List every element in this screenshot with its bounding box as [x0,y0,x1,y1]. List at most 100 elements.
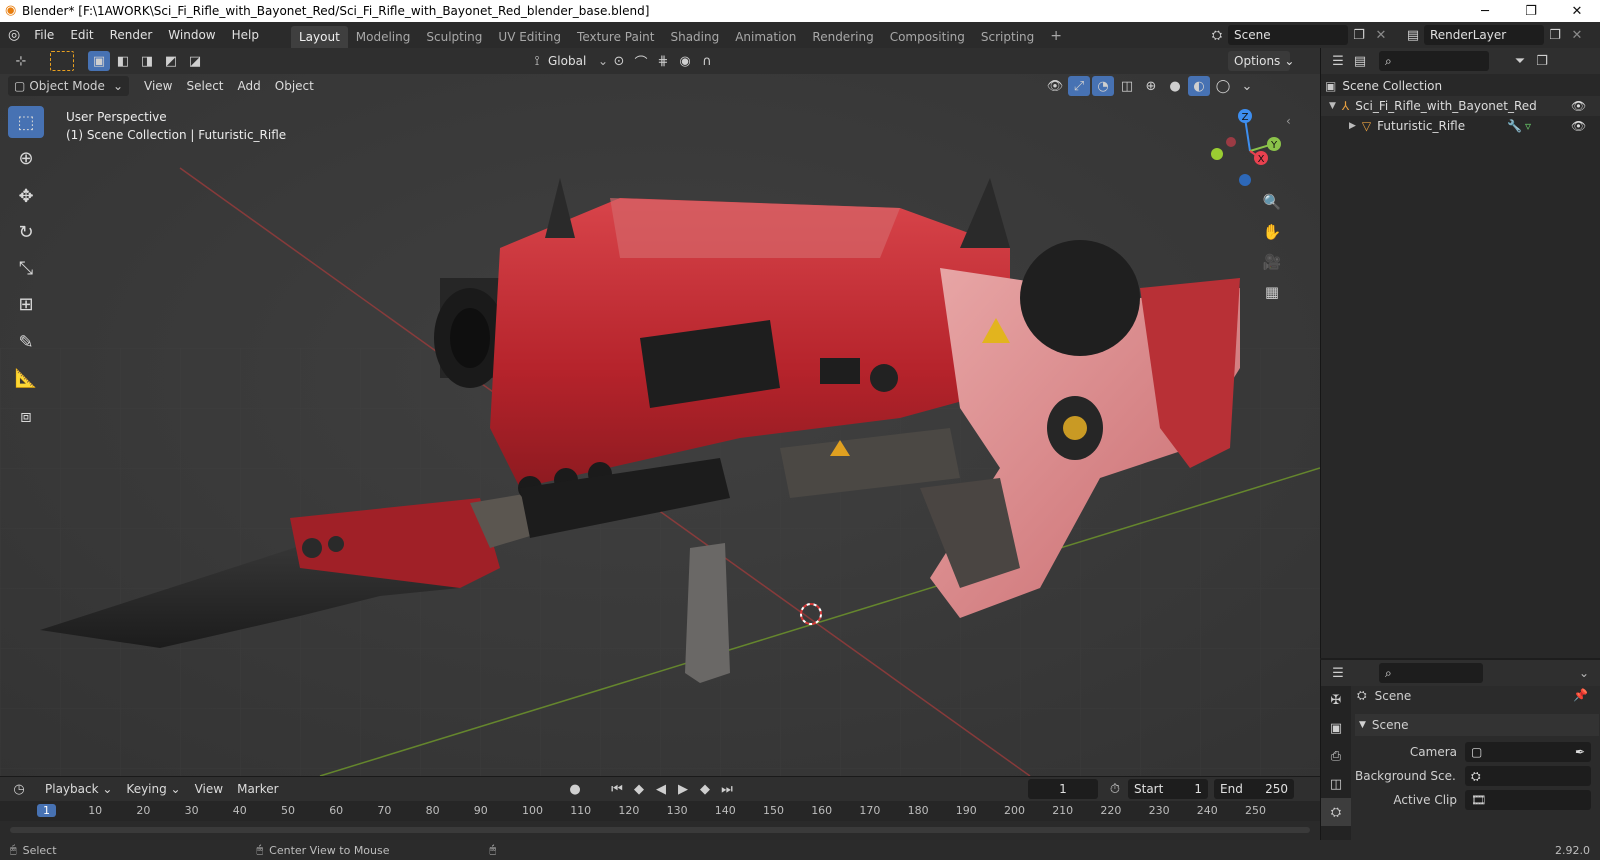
tab-animation[interactable]: Animation [727,26,804,48]
orientation-value[interactable]: Global [548,54,598,68]
set-selection-icon[interactable]: ▣ [88,51,110,71]
move-tool-icon[interactable]: ✥ [8,180,44,212]
new-scene-icon[interactable]: ❐ [1348,25,1370,45]
timeline-scrollbar[interactable] [10,827,1310,833]
tab-layout[interactable]: Layout [290,26,348,48]
rotate-tool-icon[interactable]: ↻ [8,216,44,248]
display-mode-icon[interactable]: ▤ [1349,51,1371,71]
tab-texture-paint[interactable]: Texture Paint [569,26,662,48]
scene-name-field[interactable]: Scene [1228,25,1348,45]
scene-icon[interactable]: ⛭ [1206,25,1228,45]
neg-z-axis-handle[interactable] [1239,174,1251,186]
viewport-menu-select[interactable]: Select [179,76,230,96]
annotate-tool-icon[interactable]: ✎ [8,326,44,358]
new-collection-icon[interactable]: ❐ [1531,51,1553,71]
neg-x-axis-handle[interactable] [1226,137,1236,147]
menu-edit[interactable]: Edit [62,28,101,42]
modifier-wrench-icon[interactable]: 🔧 [1507,119,1522,133]
outliner-editor-icon[interactable]: ☰ [1327,51,1349,71]
timeline-track-area[interactable] [0,821,1320,841]
scene-tab-icon[interactable]: ⛭ [1321,798,1351,826]
expand-arrow-icon[interactable]: ▶ [1349,121,1356,131]
menu-render[interactable]: Render [102,28,161,42]
orientation-icon[interactable]: ⟟ [526,51,548,71]
chevron-down-icon[interactable]: ⌄ [1579,666,1589,680]
prev-keyframe-icon[interactable]: ◆ [628,779,650,799]
mesh-data-icon[interactable]: ▿ [1525,119,1531,133]
transform-tool-icon[interactable]: ⊞ [8,288,44,320]
camera-field[interactable]: ▢ ✒ [1465,742,1591,762]
zoom-icon[interactable]: 🔍 [1258,188,1286,216]
options-dropdown[interactable]: Options ⌄ [1228,51,1294,71]
properties-search-field[interactable]: ⌕ [1379,663,1483,683]
play-reverse-icon[interactable]: ◀ [650,779,672,799]
camera-view-icon[interactable]: 🎥 [1258,248,1286,276]
extend-selection-icon[interactable]: ◧ [112,51,134,71]
outliner-row-collection[interactable]: ▼ ⅄ Sci_Fi_Rifle_with_Bayonet_Red 👁 [1321,96,1600,116]
xray-icon[interactable]: ◫ [1116,76,1138,96]
wireframe-shading-icon[interactable]: ⊕ [1140,76,1162,96]
tab-modeling[interactable]: Modeling [348,26,419,48]
remove-renderlayer-icon[interactable]: ✕ [1566,25,1588,45]
timeline-menu-keying[interactable]: Keying ⌄ [119,779,187,799]
filter-icon[interactable]: ⏷ [1509,51,1531,71]
expand-arrow-icon[interactable]: ▼ [1329,101,1336,111]
active-clip-field[interactable]: 🎞 [1465,790,1591,810]
visibility-eye-icon[interactable]: 👁 [1571,119,1586,133]
rendered-shading-icon[interactable]: ◯ [1212,76,1234,96]
tab-shading[interactable]: Shading [662,26,727,48]
outliner-row-scene-collection[interactable]: ▣ Scene Collection [1321,76,1600,96]
outliner-row-object[interactable]: ▶ ▽ Futuristic_Rifle 🔧 ▿ 👁 [1321,116,1600,136]
render-tab-icon[interactable]: ▣ [1321,714,1351,742]
select-tool-icon[interactable]: ⬚ [8,106,44,138]
sidebar-toggle-icon[interactable]: ‹ [1286,114,1291,128]
timeline-menu-playback[interactable]: Playback ⌄ [38,779,119,799]
blender-menu-icon[interactable]: ◎ [8,27,20,43]
shading-options-icon[interactable]: ⌄ [1236,76,1258,96]
scale-tool-icon[interactable]: ⤡ [8,252,44,284]
chevron-down-icon[interactable]: ⌄ [598,54,608,68]
remove-scene-icon[interactable]: ✕ [1370,25,1392,45]
menu-help[interactable]: Help [224,28,267,42]
snap-target-icon[interactable]: ⋕ [652,51,674,71]
eyedropper-icon[interactable]: ✒ [1575,745,1585,759]
menu-file[interactable]: File [26,28,62,42]
tab-scripting[interactable]: Scripting [973,26,1042,48]
pin-icon[interactable]: 📌 [1573,688,1588,702]
material-shading-icon[interactable]: ◐ [1188,76,1210,96]
tab-sculpting[interactable]: Sculpting [418,26,490,48]
renderlayer-icon[interactable]: ▤ [1402,25,1424,45]
outliner-search-field[interactable]: ⌕ [1379,51,1489,71]
intersect-selection-icon[interactable]: ◪ [184,51,206,71]
output-tab-icon[interactable]: ⎙ [1321,742,1351,770]
close-button[interactable]: ✕ [1554,0,1600,22]
properties-editor-icon[interactable]: ☰ [1327,663,1349,683]
background-scene-field[interactable]: ⛭ [1465,766,1591,786]
3d-viewport[interactable]: ⊹ ▣ ◧ ◨ ◩ ◪ ⟟ Global ⌄ ⊙ ⌒ ⋕ ◉ ∩ Options… [0,48,1320,776]
pan-hand-icon[interactable]: ✋ [1258,218,1286,246]
overlay-toggle-icon[interactable]: ◔ [1092,76,1114,96]
visibility-eye-icon[interactable]: 👁 [1571,99,1586,113]
falloff-icon[interactable]: ∩ [696,51,718,71]
renderlayer-name-field[interactable]: RenderLayer [1424,25,1544,45]
tab-rendering[interactable]: Rendering [804,26,881,48]
timeline-menu-marker[interactable]: Marker [230,779,285,799]
jump-end-icon[interactable]: ⏭ [716,779,738,799]
viewport-menu-add[interactable]: Add [231,76,268,96]
view-layer-tab-icon[interactable]: ◫ [1321,770,1351,798]
timeline-editor-icon[interactable]: ◷ [8,779,30,799]
visibility-icon[interactable]: 👁 [1044,76,1066,96]
navigation-gizmo[interactable]: Z Y X [1205,106,1295,196]
invert-selection-icon[interactable]: ◩ [160,51,182,71]
measure-tool-icon[interactable]: 📐 [8,362,44,394]
current-frame-field[interactable]: 1 [1028,779,1098,799]
tool-tab-icon[interactable]: ✠ [1321,686,1351,714]
subtract-selection-icon[interactable]: ◨ [136,51,158,71]
solid-shading-icon[interactable]: ● [1164,76,1186,96]
timeline-menu-view[interactable]: View [188,779,230,799]
add-cube-tool-icon[interactable]: ⧈ [8,400,44,432]
start-frame-field[interactable]: Start 1 [1128,779,1208,799]
minimize-button[interactable]: ─ [1462,0,1508,22]
end-frame-field[interactable]: End 250 [1214,779,1294,799]
maximize-button[interactable]: ❐ [1508,0,1554,22]
